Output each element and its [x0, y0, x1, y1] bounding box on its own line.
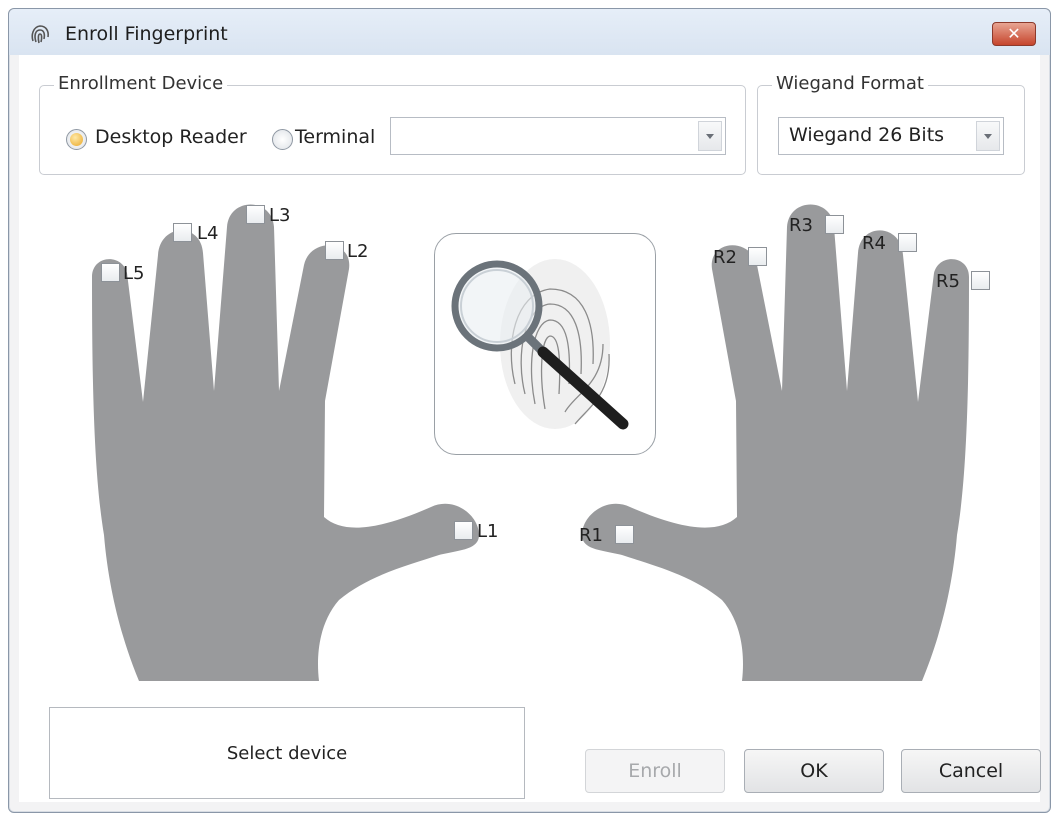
- magnifier-fingerprint-icon: [451, 259, 629, 430]
- finger-checkbox-l4[interactable]: [173, 223, 192, 242]
- enroll-fingerprint-window: Enroll Fingerprint ✕ Enrollment Device D…: [8, 8, 1051, 813]
- scanner-image-panel: [434, 233, 656, 455]
- finger-checkbox-r1[interactable]: [615, 525, 634, 544]
- finger-checkbox-l3[interactable]: [246, 205, 265, 224]
- finger-label-l5: L5: [123, 263, 145, 284]
- finger-checkbox-r2[interactable]: [748, 247, 767, 266]
- title-bar[interactable]: Enroll Fingerprint ✕: [9, 9, 1050, 55]
- left-hand: [92, 204, 479, 681]
- finger-label-r5: R5: [936, 271, 960, 292]
- close-button[interactable]: ✕: [992, 22, 1036, 46]
- fingerprint-icon: [31, 25, 49, 44]
- finger-label-l3: L3: [269, 205, 291, 226]
- finger-checkbox-l1[interactable]: [454, 521, 473, 540]
- finger-label-r2: R2: [713, 247, 737, 268]
- ok-button[interactable]: OK: [744, 749, 884, 793]
- finger-label-r1: R1: [579, 525, 603, 546]
- enroll-button[interactable]: Enroll: [585, 749, 725, 793]
- finger-label-l2: L2: [347, 241, 369, 262]
- dialog-client-area: Enrollment Device Desktop Reader Termina…: [19, 55, 1041, 802]
- finger-label-r3: R3: [789, 215, 813, 236]
- finger-checkbox-l2[interactable]: [325, 241, 344, 260]
- finger-checkbox-r4[interactable]: [898, 233, 917, 252]
- status-text: Select device: [226, 743, 348, 764]
- status-panel: Select device: [49, 707, 525, 799]
- window-title: Enroll Fingerprint: [65, 23, 228, 45]
- finger-label-l4: L4: [197, 223, 219, 244]
- finger-checkbox-r5[interactable]: [971, 271, 990, 290]
- finger-checkbox-l5[interactable]: [101, 263, 120, 282]
- finger-label-l1: L1: [477, 521, 499, 542]
- cancel-button[interactable]: Cancel: [901, 749, 1041, 793]
- finger-checkbox-r3[interactable]: [825, 215, 844, 234]
- finger-label-r4: R4: [862, 233, 886, 254]
